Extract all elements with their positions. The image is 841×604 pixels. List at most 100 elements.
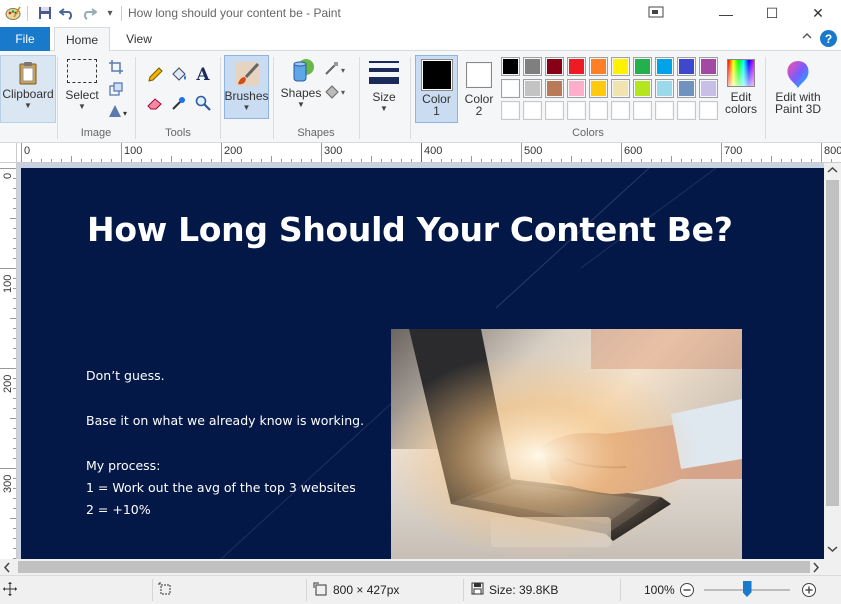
edit-colors-button[interactable]: Edit colors — [720, 59, 762, 115]
pencil-icon[interactable] — [145, 65, 165, 85]
palette-swatch[interactable] — [523, 79, 542, 98]
size-button[interactable]: Size ▼ — [364, 59, 404, 113]
swatch-color — [547, 59, 562, 74]
swatch-color — [591, 103, 606, 118]
resize-icon[interactable] — [106, 79, 126, 99]
outline-icon[interactable]: ▾ — [324, 59, 350, 79]
palette-swatch[interactable] — [589, 79, 608, 98]
shapes-button[interactable]: Shapes ▼ — [277, 57, 325, 109]
palette-swatch[interactable] — [633, 101, 652, 120]
help-icon[interactable]: ? — [820, 30, 837, 47]
palette-swatch[interactable] — [699, 101, 718, 120]
customize-quick-access-icon[interactable]: ▾ — [101, 4, 119, 22]
color1-button[interactable]: Color 1 — [415, 55, 458, 123]
zoom-slider-thumb[interactable] — [742, 581, 752, 597]
palette-swatch[interactable] — [501, 79, 520, 98]
palette-swatch[interactable] — [545, 57, 564, 76]
ruler-tick — [10, 318, 16, 319]
redo-icon[interactable] — [80, 4, 98, 22]
eraser-icon[interactable] — [145, 93, 165, 113]
ruler-tick — [261, 159, 262, 162]
palette-swatch[interactable] — [589, 57, 608, 76]
ruler-tick — [301, 159, 302, 162]
palette-swatch[interactable] — [523, 57, 542, 76]
text-tool-icon[interactable]: A — [193, 65, 213, 85]
save-icon[interactable] — [36, 4, 54, 22]
palette-swatch[interactable] — [677, 79, 696, 98]
color-picker-icon[interactable] — [169, 93, 189, 113]
palette-swatch[interactable] — [677, 101, 696, 120]
image-canvas[interactable]: How Long Should Your Content Be? Don’t g… — [21, 168, 824, 559]
chevron-down-icon: ▼ — [242, 103, 251, 112]
select-button[interactable]: Select ▼ — [61, 59, 103, 111]
ruler-tick — [251, 159, 252, 162]
palette-swatch[interactable] — [523, 101, 542, 120]
rotate-icon[interactable]: ▾ — [106, 101, 132, 121]
fill-icon[interactable]: ▾ — [324, 81, 350, 101]
full-screen-icon[interactable] — [648, 5, 666, 21]
palette-swatch[interactable] — [545, 101, 564, 120]
palette-swatch[interactable] — [611, 57, 630, 76]
horizontal-scroll-thumb[interactable] — [18, 561, 810, 573]
color2-button[interactable]: Color 2 — [459, 59, 499, 117]
palette-swatch[interactable] — [655, 79, 674, 98]
collapse-ribbon-icon[interactable] — [800, 30, 814, 48]
edit-with-paint3d-button[interactable]: Edit with Paint 3D — [770, 59, 826, 115]
zoom-out-button[interactable] — [679, 582, 695, 598]
ruler-tick — [531, 159, 532, 162]
ruler-tick — [101, 159, 102, 162]
magnifier-icon[interactable] — [193, 93, 213, 113]
scroll-down-arrow-icon[interactable] — [827, 543, 838, 555]
vertical-scroll-thumb[interactable] — [826, 180, 839, 506]
palette-swatch[interactable] — [501, 101, 520, 120]
paint3d-label-line2: Paint 3D — [774, 102, 822, 116]
ruler-tick — [601, 159, 602, 162]
ruler-tick — [41, 159, 42, 162]
ruler-tick — [511, 159, 512, 162]
ruler-tick — [721, 143, 722, 162]
palette-swatch[interactable] — [567, 79, 586, 98]
palette-swatch[interactable] — [545, 79, 564, 98]
horizontal-scrollbar[interactable] — [0, 559, 824, 575]
palette-swatch[interactable] — [611, 101, 630, 120]
palette-swatch[interactable] — [677, 57, 696, 76]
scroll-right-arrow-icon[interactable] — [811, 562, 823, 573]
tab-view[interactable]: View — [114, 27, 164, 51]
palette-swatch[interactable] — [655, 57, 674, 76]
ruler-tick — [751, 159, 752, 162]
palette-swatch[interactable] — [589, 101, 608, 120]
clipboard-button[interactable]: Clipboard ▼ — [0, 55, 56, 123]
palette-swatch[interactable] — [633, 57, 652, 76]
scroll-left-arrow-icon[interactable] — [2, 562, 14, 573]
tab-file[interactable]: File — [0, 27, 50, 51]
paint-app-icon[interactable] — [4, 4, 22, 22]
palette-swatch[interactable] — [501, 57, 520, 76]
ruler-tick — [441, 159, 442, 162]
swatch-color — [525, 59, 540, 74]
palette-swatch[interactable] — [633, 79, 652, 98]
ruler-tick — [341, 159, 342, 162]
brush-icon — [234, 62, 259, 86]
palette-swatch[interactable] — [699, 57, 718, 76]
ruler-tick — [651, 159, 652, 162]
palette-swatch[interactable] — [699, 79, 718, 98]
palette-swatch[interactable] — [655, 101, 674, 120]
undo-icon[interactable] — [58, 4, 76, 22]
ruler-label: 400 — [424, 145, 443, 157]
scroll-up-arrow-icon[interactable] — [827, 165, 838, 177]
palette-swatch[interactable] — [567, 101, 586, 120]
ruler-tick — [351, 159, 352, 162]
vertical-scrollbar[interactable] — [824, 163, 841, 559]
brushes-button[interactable]: Brushes ▼ — [224, 55, 269, 119]
maximize-button[interactable]: ☐ — [749, 0, 795, 27]
fill-bucket-icon[interactable] — [169, 65, 189, 85]
tab-home[interactable]: Home — [54, 27, 110, 52]
crop-icon[interactable] — [106, 57, 126, 77]
zoom-in-button[interactable] — [801, 582, 817, 598]
minimize-button[interactable]: — — [703, 0, 749, 27]
close-button[interactable]: ✕ — [795, 0, 841, 27]
ruler-tick — [181, 159, 182, 162]
ruler-tick — [13, 198, 16, 199]
palette-swatch[interactable] — [567, 57, 586, 76]
palette-swatch[interactable] — [611, 79, 630, 98]
